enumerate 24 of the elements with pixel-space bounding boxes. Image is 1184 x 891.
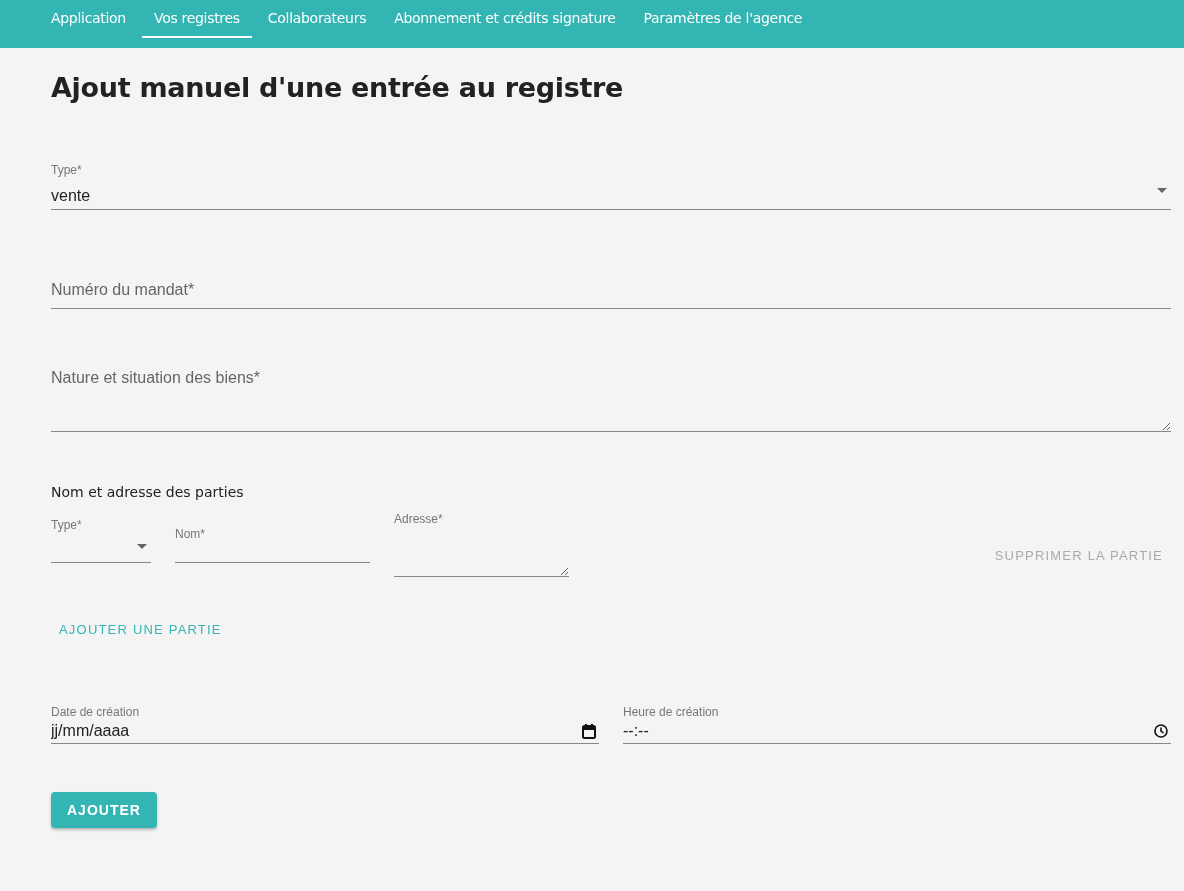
calendar-icon <box>582 724 596 739</box>
field-label: Type* <box>51 163 83 177</box>
text-area[interactable]: Nature et situation des biens* <box>51 365 1171 432</box>
caret-icon <box>137 544 147 549</box>
type-select[interactable]: vente <box>51 177 1171 210</box>
time-field[interactable]: --:-- <box>623 719 1171 744</box>
field-label: Nom* <box>175 527 206 541</box>
nav-tab[interactable]: Paramètres de l'agence <box>631 0 815 38</box>
section-heading: Nom et adresse des parties <box>51 484 245 500</box>
submit-button[interactable]: AJOUTER <box>51 792 157 828</box>
add-party-button[interactable]: AJOUTER UNE PARTIE <box>51 614 230 645</box>
caret-icon <box>1157 188 1167 193</box>
page-title: Ajout manuel d'une entrée au registre <box>51 72 625 103</box>
field-label: Type* <box>51 518 83 532</box>
field-label: Heure de création <box>623 705 720 719</box>
nav-tab[interactable]: Abonnement et crédits signature <box>382 0 628 38</box>
nav-tab[interactable]: Application <box>39 0 138 38</box>
date-field[interactable]: jj/mm/aaaa <box>51 719 599 744</box>
clock-icon <box>1154 724 1168 738</box>
field-label: Date de création <box>51 705 141 719</box>
input-field[interactable]: Numéro du mandat* <box>51 276 1171 309</box>
nav-tab[interactable]: Vos registres <box>141 0 252 38</box>
nav-tab[interactable]: Collaborateurs <box>255 0 379 38</box>
field-label: Adresse* <box>394 512 444 526</box>
